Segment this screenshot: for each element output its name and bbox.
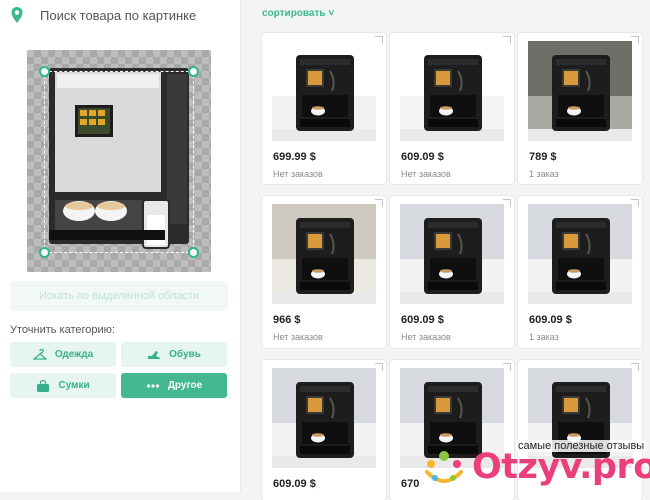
category-label: Одежда — [54, 349, 94, 360]
category-label: Другое — [167, 380, 203, 391]
product-orders: 1 заказ — [529, 332, 559, 342]
product-image — [528, 204, 632, 304]
product-orders: 1 заказ — [529, 169, 559, 179]
external-link-icon[interactable] — [503, 36, 511, 44]
category-bags-button[interactable]: Сумки — [10, 373, 116, 398]
product-card[interactable]: 609.09 $ Нет заказов — [390, 196, 514, 348]
refine-category-label: Уточнить категорию: — [10, 324, 115, 336]
product-card[interactable]: 609.09 $ — [262, 360, 386, 500]
product-image — [400, 204, 504, 304]
product-price: 670 — [401, 478, 420, 490]
resize-handle-bottom-left[interactable] — [39, 247, 50, 258]
product-price: 609.09 $ — [401, 151, 444, 163]
watermark-brand: Otzyv.pro — [472, 447, 650, 487]
product-price: 609.09 $ — [529, 314, 572, 326]
external-link-icon[interactable] — [631, 363, 639, 371]
category-clothes-button[interactable]: Одежда — [10, 342, 116, 367]
product-price: 609.09 $ — [273, 478, 316, 490]
resize-handle-bottom-right[interactable] — [188, 247, 199, 258]
panel-header: Поиск товара по картинке — [8, 6, 196, 24]
sort-label: сортировать — [262, 8, 326, 19]
page-title: Поиск товара по картинке — [40, 7, 197, 23]
product-price: 699.99 $ — [273, 151, 316, 163]
product-price: 609.09 $ — [401, 314, 444, 326]
category-shoes-button[interactable]: Обувь — [121, 342, 227, 367]
resize-handle-top-left[interactable] — [39, 66, 50, 77]
external-link-icon[interactable] — [503, 363, 511, 371]
product-card[interactable]: 699.99 $ Нет заказов — [262, 33, 386, 184]
sort-dropdown[interactable]: сортировать ˅ — [262, 8, 334, 19]
external-link-icon[interactable] — [631, 36, 639, 44]
location-pin-icon — [11, 7, 23, 23]
product-orders: Нет заказов — [401, 332, 451, 342]
external-link-icon[interactable] — [375, 36, 383, 44]
shoe-icon — [148, 350, 161, 359]
dots-icon — [146, 383, 159, 388]
product-price: 789 $ — [529, 151, 557, 163]
category-label: Обувь — [169, 349, 201, 360]
image-search-panel: Поиск товара по картинке Искать по выдел… — [0, 0, 241, 492]
product-orders: Нет заказов — [273, 332, 323, 342]
product-image — [272, 368, 376, 468]
hanger-icon — [32, 348, 47, 360]
product-image — [272, 204, 376, 304]
external-link-icon[interactable] — [375, 199, 383, 207]
resize-handle-top-right[interactable] — [188, 66, 199, 77]
external-link-icon[interactable] — [631, 199, 639, 207]
product-price: 966 $ — [273, 314, 301, 326]
product-card[interactable]: 789 $ 1 заказ — [518, 33, 642, 184]
product-card[interactable]: 966 $ Нет заказов — [262, 196, 386, 348]
product-card[interactable]: 609.09 $ 1 заказ — [518, 196, 642, 348]
uploaded-image-area[interactable] — [27, 50, 211, 272]
product-image — [400, 41, 504, 141]
search-selected-area-button[interactable]: Искать по выделенной области — [10, 281, 228, 311]
bag-icon — [37, 379, 50, 392]
product-orders: Нет заказов — [273, 169, 323, 179]
chevron-down-icon: ˅ — [328, 8, 335, 19]
external-link-icon[interactable] — [503, 199, 511, 207]
category-other-button[interactable]: Другое — [121, 373, 227, 398]
selection-box[interactable] — [39, 66, 199, 258]
product-orders: Нет заказов — [401, 169, 451, 179]
product-card[interactable]: 609.09 $ Нет заказов — [390, 33, 514, 184]
otzyv-logo-icon — [425, 451, 463, 483]
product-image — [272, 41, 376, 141]
product-image — [528, 41, 632, 141]
category-label: Сумки — [58, 380, 90, 391]
external-link-icon[interactable] — [375, 363, 383, 371]
